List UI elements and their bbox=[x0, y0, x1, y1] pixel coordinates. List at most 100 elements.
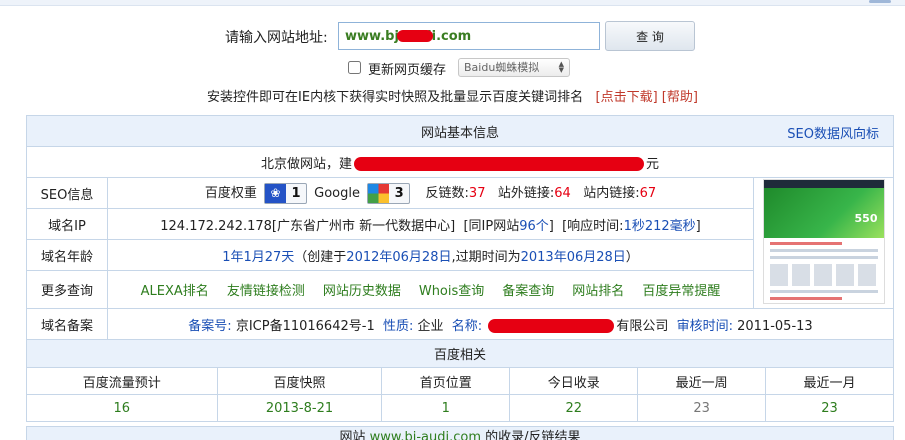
expire-date: 2013年06月28日 bbox=[520, 249, 626, 265]
spider-select[interactable]: Baidu蜘蛛模拟 ▲ ▼ bbox=[458, 58, 570, 77]
expire-prefix: ,过期时间为 bbox=[451, 249, 521, 265]
same-ip-count-link[interactable]: 96个 bbox=[519, 219, 549, 234]
domain-ip-label: 域名IP bbox=[26, 208, 108, 240]
whois-link[interactable]: Whois查询 bbox=[419, 284, 484, 299]
site-rank-link[interactable]: 网站排名 bbox=[572, 284, 624, 299]
column-header: 最近一周 bbox=[637, 367, 767, 395]
baidu-weight-badge[interactable]: ❀ 1 bbox=[264, 183, 307, 204]
thumb-line bbox=[769, 296, 842, 300]
site-info-table: 网站基本信息 SEO数据风向标 北京做网站，建元 SEO信息 百度权重 ❀ 1 G… bbox=[26, 115, 894, 340]
nature-label: 性质: bbox=[382, 318, 414, 334]
baidu-related-header: 百度相关 bbox=[26, 339, 894, 368]
redaction bbox=[488, 319, 615, 333]
column-header: 首页位置 bbox=[381, 367, 511, 395]
site-info-header: 网站基本信息 SEO数据风向标 bbox=[26, 115, 894, 147]
index-results-header: 网站 www.bj-audi.com 的收录/反链结果 bbox=[26, 426, 894, 440]
created-prefix: （创建于 bbox=[294, 249, 347, 265]
name-label: 名称: bbox=[451, 318, 483, 334]
google-pr-badge[interactable]: 3 bbox=[367, 183, 411, 204]
baidu-traffic-value: 16 bbox=[26, 394, 218, 422]
thumb-line bbox=[769, 289, 878, 293]
top-right-mark bbox=[869, 0, 891, 3]
icp-no-label: 备案号: bbox=[188, 318, 232, 334]
resp-suffix: ] bbox=[695, 218, 701, 234]
age-close: ） bbox=[625, 249, 639, 265]
download-link[interactable]: 点击下载 bbox=[601, 90, 653, 105]
thumb-grid bbox=[769, 263, 878, 286]
thumb-line bbox=[769, 255, 878, 259]
baidu-weight-label: 百度权重 bbox=[204, 186, 257, 201]
site-snapshot-cell: 550 bbox=[753, 177, 894, 309]
audit-date: 2011-05-13 bbox=[737, 318, 813, 334]
alexa-link[interactable]: ALEXA排名 bbox=[141, 284, 209, 299]
baidu-paw-icon: ❀ bbox=[265, 184, 286, 203]
column-header: 百度流量预计 bbox=[26, 367, 218, 395]
site-info-title: 网站基本信息 bbox=[420, 125, 499, 141]
help-link[interactable]: 帮助 bbox=[667, 90, 693, 105]
last-month-value[interactable]: 23 bbox=[765, 394, 894, 422]
bracket: ] bbox=[692, 90, 698, 105]
created-date: 2012年06月28日 bbox=[346, 249, 452, 265]
inlinks-value: 67 bbox=[639, 186, 657, 201]
query-row: 请输入网站地址: 查 询 bbox=[0, 20, 905, 52]
query-button[interactable]: 查 询 bbox=[605, 21, 695, 51]
column-header: 百度快照 bbox=[216, 367, 383, 395]
google-label: Google bbox=[314, 186, 360, 201]
redaction bbox=[354, 157, 644, 171]
domain-age: 1年1月27天 bbox=[222, 249, 295, 265]
thumb-line bbox=[769, 248, 878, 252]
bracket: ] bbox=[652, 90, 658, 105]
url-redaction bbox=[397, 30, 433, 42]
update-cache-checkbox[interactable] bbox=[348, 61, 361, 74]
icp-number: 京ICP备11016642号-1 bbox=[235, 318, 375, 334]
baidu-related-table: 百度相关 百度流量预计 百度快照 首页位置 今日收录 最近一周 最近一月 16 … bbox=[26, 339, 894, 422]
footer-suffix: 的收录/反链结果 bbox=[485, 430, 581, 440]
outlinks-label: 站外链接: bbox=[497, 186, 555, 201]
same-ip-suffix: ] bbox=[548, 218, 554, 234]
homepage-position-value: 1 bbox=[381, 394, 511, 422]
history-data-link[interactable]: 网站历史数据 bbox=[323, 284, 401, 299]
name-suffix: 有限公司 bbox=[616, 318, 669, 334]
inlinks-label: 站内链接: bbox=[583, 186, 640, 201]
icp-values: 备案号: 京ICP备11016642号-1 性质: 企业 名称: 有限公司 审核… bbox=[107, 308, 894, 340]
baidu-alert-link[interactable]: 百度异常提醒 bbox=[642, 284, 720, 299]
domain-age-label: 域名年龄 bbox=[26, 239, 108, 271]
thumb-top bbox=[763, 179, 884, 188]
response-time: 1秒212毫秒 bbox=[623, 218, 696, 234]
select-arrows-icon: ▲ ▼ bbox=[558, 60, 564, 74]
column-header: 最近一月 bbox=[765, 367, 894, 395]
more-query-links: ALEXA排名 友情链接检测 网站历史数据 Whois查询 备案查询 网站排名 百度异常提醒 bbox=[107, 270, 754, 309]
icp-query-link[interactable]: 备案查询 bbox=[502, 284, 554, 299]
google-pr-value: 3 bbox=[394, 186, 404, 201]
thumb-banner: 550 bbox=[763, 187, 884, 238]
same-ip-prefix: [同IP网站 bbox=[463, 218, 520, 234]
top-bar bbox=[0, 0, 905, 6]
seo-info-label: SEO信息 bbox=[26, 177, 108, 209]
baidu-weight-value: 1 bbox=[291, 186, 301, 201]
site-snapshot-thumbnail[interactable]: 550 bbox=[762, 178, 885, 304]
backlinks-value: 37 bbox=[468, 186, 486, 201]
resp-prefix: [响应时间: bbox=[562, 218, 624, 234]
baidu-snapshot-value[interactable]: 2013-8-21 bbox=[216, 394, 383, 422]
icp-label: 域名备案 bbox=[26, 308, 108, 340]
nature-value: 企业 bbox=[417, 318, 444, 334]
footer-site-link[interactable]: www.bj-audi.com bbox=[370, 430, 481, 440]
site-description: 北京做网站，建 元 bbox=[26, 146, 894, 178]
domain-age-values: 1年1月27天（创建于2012年06月28日,过期时间为2013年06月28日） bbox=[107, 239, 754, 271]
today-indexed-value[interactable]: 22 bbox=[509, 394, 639, 422]
column-header: 今日收录 bbox=[509, 367, 639, 395]
ip-text: 124.172.242.178[广东省广州市 新一代数据中心] bbox=[160, 218, 456, 234]
url-input[interactable] bbox=[338, 22, 600, 50]
friend-link-check-link[interactable]: 友情链接检测 bbox=[227, 284, 305, 299]
update-cache-label: 更新网页缓存 bbox=[368, 63, 447, 78]
last-week-value: 23 bbox=[637, 394, 767, 422]
seo-trend-link[interactable]: SEO数据风向标 bbox=[787, 123, 879, 142]
install-notice: 安装控件即可在IE内核下获得实时快照及批量显示百度关键词排名 [点击下载] [帮… bbox=[0, 86, 905, 105]
spider-select-value: Baidu蜘蛛模拟 bbox=[464, 61, 540, 74]
notice-text: 安装控件即可在IE内核下获得实时快照及批量显示百度关键词排名 bbox=[207, 90, 584, 105]
footer-prefix: 网站 bbox=[339, 430, 366, 440]
thumb-price: 550 bbox=[854, 211, 878, 225]
seo-info-values: 百度权重 ❀ 1 Google 3 反链数:37 站外链接:64 站内链接:67 bbox=[107, 177, 754, 209]
thumb-line bbox=[769, 241, 842, 245]
cache-row: 更新网页缓存 Baidu蜘蛛模拟 ▲ ▼ bbox=[0, 58, 905, 78]
